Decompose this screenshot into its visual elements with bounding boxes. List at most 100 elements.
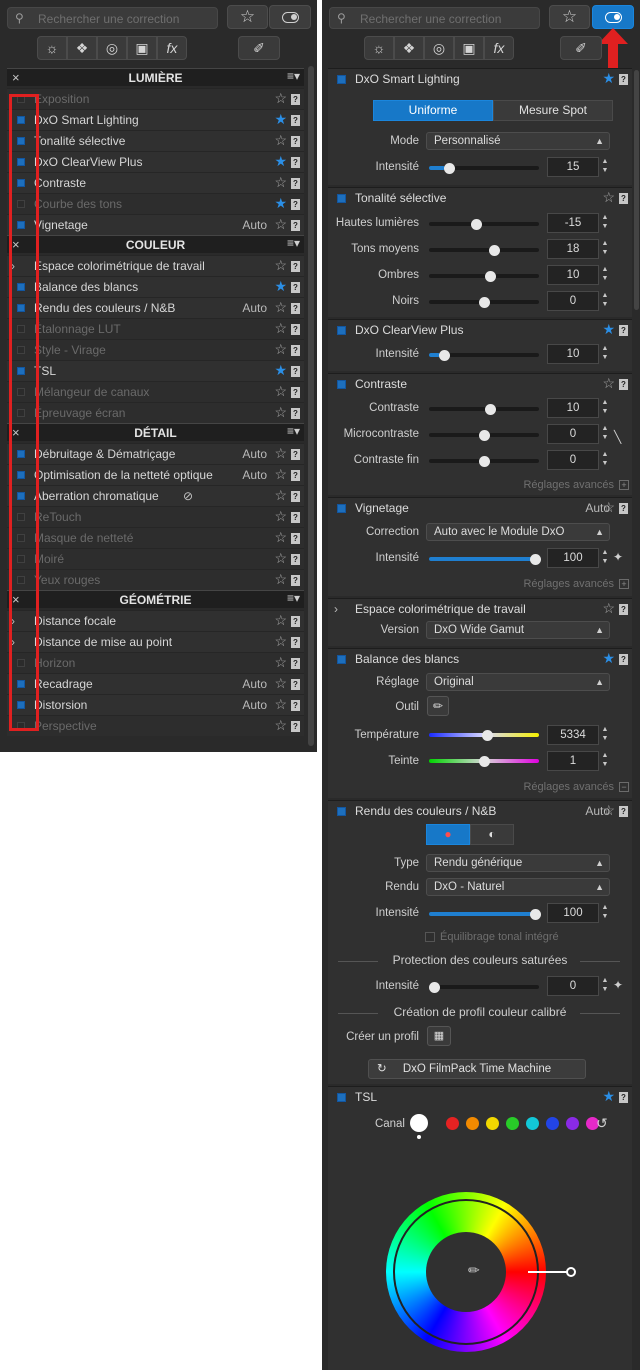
correction-row[interactable]: Optimisation de la netteté optique Auto ☆?: [7, 464, 304, 485]
intensity-slider-thumb[interactable]: [439, 350, 450, 361]
help-icon[interactable]: ?: [291, 282, 300, 293]
favorite-star-icon[interactable]: ☆: [274, 257, 287, 274]
expand-icon[interactable]: +: [619, 579, 629, 589]
intensity-value-field[interactable]: 15: [547, 157, 599, 177]
intensity-slider[interactable]: [429, 912, 539, 916]
favorite-star-icon[interactable]: ☆: [274, 404, 287, 421]
right-scrollbar[interactable]: [634, 70, 639, 310]
spin-buttons[interactable]: ▲ ▼: [600, 725, 610, 745]
favorite-star-icon[interactable]: ☆: [274, 571, 287, 588]
correction-row[interactable]: Mélangeur de canaux ☆?: [7, 381, 304, 402]
help-icon[interactable]: ?: [291, 94, 300, 105]
correction-row[interactable]: TSL ★?: [7, 360, 304, 381]
favorite-star-icon[interactable]: ★: [274, 362, 287, 379]
color-palette-button[interactable]: ❖: [67, 36, 97, 60]
version-select[interactable]: DxO Wide Gamut ▲: [426, 621, 610, 639]
correction-row[interactable]: Rendu des couleurs / N&B Auto ☆?: [7, 297, 304, 318]
help-icon[interactable]: ?: [291, 136, 300, 147]
effects-palette-button[interactable]: fx: [157, 36, 187, 60]
eyedropper-button[interactable]: ✏: [427, 696, 449, 716]
help-icon[interactable]: ?: [619, 74, 628, 85]
auto-wand-icon[interactable]: ✦: [613, 978, 623, 992]
slider-value-field[interactable]: 18: [547, 239, 599, 259]
hue-wheel[interactable]: [386, 1192, 546, 1352]
slider-value-field[interactable]: -15: [547, 213, 599, 233]
help-icon[interactable]: ?: [291, 449, 300, 460]
correction-row[interactable]: Exposition ☆?: [7, 88, 304, 109]
color-palette-button[interactable]: ❖: [394, 36, 424, 60]
spot-weighted-button[interactable]: Mesure Spot: [493, 100, 613, 121]
intensity-value-field[interactable]: 10: [547, 344, 599, 364]
help-icon[interactable]: ?: [291, 303, 300, 314]
search-input[interactable]: ⚲ Rechercher une correction: [7, 7, 218, 29]
help-icon[interactable]: ?: [291, 721, 300, 732]
help-icon[interactable]: ?: [291, 220, 300, 231]
correction-row[interactable]: Recadrage Auto ☆?: [7, 673, 304, 694]
temperature-value-field[interactable]: 5334: [547, 725, 599, 745]
color-rendering-checkbox[interactable]: [337, 807, 346, 816]
favorite-star-icon[interactable]: ☆: [274, 320, 287, 337]
favorite-star-icon[interactable]: ★: [274, 111, 287, 128]
spin-buttons[interactable]: ▲ ▼: [600, 976, 610, 996]
protection-intensity-thumb[interactable]: [429, 982, 440, 993]
favorite-star-icon[interactable]: ☆: [274, 299, 287, 316]
correction-select[interactable]: Auto avec le Module DxO ▲: [426, 523, 610, 541]
favorite-star-icon[interactable]: ★: [602, 70, 615, 87]
help-icon[interactable]: ?: [619, 1092, 628, 1103]
intensity-slider[interactable]: [429, 557, 539, 561]
correction-row[interactable]: › Espace colorimétrique de travail ☆?: [7, 255, 304, 276]
correction-row[interactable]: Distorsion Auto ☆?: [7, 694, 304, 715]
spin-buttons[interactable]: ▲ ▼: [600, 239, 610, 259]
contrast-header[interactable]: Contraste ☆ ?: [328, 374, 632, 395]
correction-row[interactable]: Étalonnage LUT ☆?: [7, 318, 304, 339]
correction-row[interactable]: Épreuvage écran ☆?: [7, 402, 304, 423]
channel-color-dot[interactable]: [446, 1117, 459, 1130]
mode-select[interactable]: Personnalisé ▲: [426, 132, 610, 150]
favorite-star-icon[interactable]: ★: [602, 650, 615, 667]
advanced-settings-link[interactable]: Réglages avancés: [523, 479, 614, 491]
favorite-star-icon[interactable]: ☆: [274, 383, 287, 400]
favorite-star-icon[interactable]: ☆: [274, 675, 287, 692]
detail-palette-button[interactable]: ◎: [424, 36, 454, 60]
spin-buttons[interactable]: ▲ ▼: [600, 291, 610, 311]
correction-row[interactable]: Vignetage Auto ☆?: [7, 214, 304, 235]
light-palette-button[interactable]: ☼: [37, 36, 67, 60]
detail-palette-button[interactable]: ◎: [97, 36, 127, 60]
correction-row[interactable]: Masque de netteté ☆?: [7, 527, 304, 548]
help-icon[interactable]: ?: [619, 654, 628, 665]
slider-thumb[interactable]: [484, 271, 496, 282]
favorite-star-icon[interactable]: ☆: [274, 341, 287, 358]
help-icon[interactable]: ?: [619, 325, 628, 336]
help-icon[interactable]: ?: [291, 199, 300, 210]
expand-arrow-icon[interactable]: ›: [334, 602, 338, 616]
correction-row[interactable]: Yeux rouges ☆?: [7, 569, 304, 590]
auto-wand-icon[interactable]: ╲: [614, 430, 621, 444]
slider-track[interactable]: [429, 248, 539, 252]
favorite-star-icon[interactable]: ☆: [274, 174, 287, 191]
local-adjustments-button[interactable]: ✐: [560, 36, 602, 60]
color-rendering-header[interactable]: Rendu des couleurs / N&B Auto ☆ ?: [328, 801, 632, 822]
correction-row[interactable]: Contraste ☆?: [7, 172, 304, 193]
light-palette-button[interactable]: ☼: [364, 36, 394, 60]
slider-value-field[interactable]: 0: [547, 450, 599, 470]
uniform-mode-button[interactable]: Uniforme: [373, 100, 493, 121]
help-icon[interactable]: ?: [291, 616, 300, 627]
correction-row[interactable]: ReTouch ☆?: [7, 506, 304, 527]
reset-icon[interactable]: ↺: [596, 1115, 608, 1132]
intensity-value-field[interactable]: 100: [547, 548, 599, 568]
correction-row[interactable]: Courbe des tons ★?: [7, 193, 304, 214]
section-header[interactable]: × COULEUR ≡▾: [7, 235, 304, 253]
slider-thumb[interactable]: [479, 456, 490, 467]
channel-color-dot[interactable]: [486, 1117, 499, 1130]
correction-row[interactable]: › Distance focale ☆?: [7, 610, 304, 631]
favorites-button[interactable]: ☆: [227, 5, 268, 29]
favorite-star-icon[interactable]: ☆: [274, 466, 287, 483]
tint-value-field[interactable]: 1: [547, 751, 599, 771]
white-balance-checkbox[interactable]: [337, 655, 346, 664]
help-icon[interactable]: ?: [291, 178, 300, 189]
black-white-mode-button[interactable]: ◐: [470, 824, 514, 845]
smart-lighting-checkbox[interactable]: [337, 75, 346, 84]
collapse-icon[interactable]: −: [619, 782, 629, 792]
help-icon[interactable]: ?: [291, 115, 300, 126]
favorite-star-icon[interactable]: ☆: [602, 600, 615, 617]
